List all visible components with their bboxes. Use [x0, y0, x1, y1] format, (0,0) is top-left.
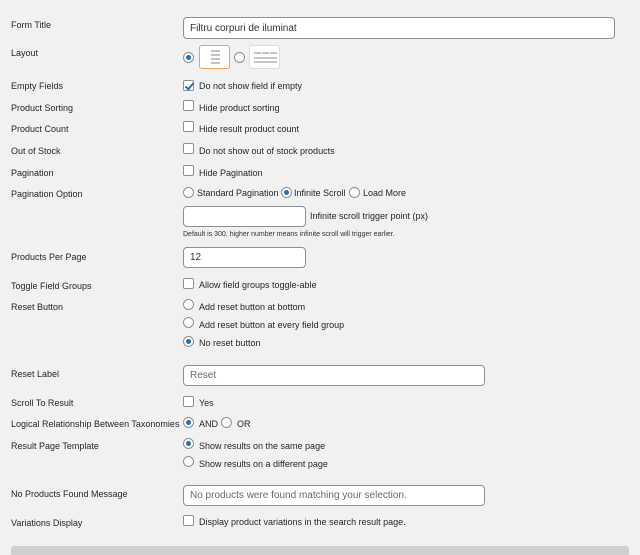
horizontal-layout-option[interactable]: [249, 45, 280, 69]
logical-and-radio[interactable]: [183, 417, 194, 428]
scroll-to-result-checkbox[interactable]: [183, 396, 194, 407]
load-more-radio[interactable]: [349, 187, 360, 198]
product-count-checkbox[interactable]: [183, 121, 194, 132]
infinite-scroll-trigger-label: Infinite scroll trigger point (px): [310, 211, 429, 221]
logical-or-text: OR: [237, 419, 251, 429]
logical-and-text: AND: [199, 419, 219, 429]
product-sorting-label: Product Sorting: [11, 103, 74, 113]
reset-every-group-radio[interactable]: [183, 317, 194, 328]
toggle-field-groups-checkbox[interactable]: [183, 278, 194, 289]
products-per-page-input[interactable]: 12: [183, 247, 306, 268]
infinite-scroll-trigger-input[interactable]: [183, 206, 306, 227]
toggle-field-groups-text: Allow field groups toggle-able: [199, 280, 317, 290]
products-per-page-label: Products Per Page: [11, 252, 87, 262]
product-sorting-checkbox[interactable]: [183, 100, 194, 111]
different-page-text: Show results on a different page: [199, 459, 328, 469]
toggle-field-groups-label: Toggle Field Groups: [11, 281, 92, 291]
load-more-text: Load More: [363, 188, 407, 198]
logical-relationship-label: Logical Relationship Between Taxonomies: [11, 419, 180, 429]
empty-fields-text: Do not show field if empty: [199, 81, 303, 91]
no-reset-text: No reset button: [199, 338, 261, 348]
layout-label: Layout: [11, 48, 39, 58]
pagination-checkbox[interactable]: [183, 165, 194, 176]
variations-display-checkbox[interactable]: [183, 515, 194, 526]
pagination-text: Hide Pagination: [199, 168, 263, 178]
product-count-text: Hide result product count: [199, 124, 300, 134]
scroll-to-result-label: Scroll To Result: [11, 398, 74, 408]
vertical-layout-icon: [211, 50, 220, 64]
reset-every-group-text: Add reset button at every field group: [199, 320, 345, 330]
vertical-layout-option[interactable]: [199, 45, 230, 69]
bottom-toolbar: [11, 546, 629, 555]
reset-bottom-text: Add reset button at bottom: [199, 302, 306, 312]
product-count-label: Product Count: [11, 124, 69, 134]
same-page-radio[interactable]: [183, 438, 194, 449]
infinite-scroll-help: Default is 300. higher number means infi…: [183, 231, 395, 238]
variations-display-text: Display product variations in the search…: [199, 517, 406, 527]
reset-label-input[interactable]: Reset: [183, 365, 485, 386]
logical-or-radio[interactable]: [221, 417, 232, 428]
reset-label-label: Reset Label: [11, 369, 60, 379]
no-products-message-label: No Products Found Message: [11, 489, 128, 499]
pagination-label: Pagination: [11, 168, 54, 178]
empty-fields-label: Empty Fields: [11, 81, 64, 91]
product-sorting-text: Hide product sorting: [199, 103, 280, 113]
infinite-scroll-radio[interactable]: [281, 187, 292, 198]
no-reset-radio[interactable]: [183, 336, 194, 347]
horizontal-layout-icon: [254, 52, 277, 63]
form-title-label: Form Title: [11, 20, 52, 30]
scroll-to-result-text: Yes: [199, 398, 214, 408]
infinite-scroll-text: Infinite Scroll: [294, 188, 346, 198]
form-title-input[interactable]: Filtru corpuri de iluminat: [183, 17, 615, 39]
out-of-stock-text: Do not show out of stock products: [199, 146, 335, 156]
out-of-stock-label: Out of Stock: [11, 146, 61, 156]
standard-pagination-radio[interactable]: [183, 187, 194, 198]
empty-fields-checkbox[interactable]: [183, 80, 194, 91]
pagination-option-label: Pagination Option: [11, 189, 83, 199]
reset-button-label: Reset Button: [11, 302, 64, 312]
no-products-message-input[interactable]: No products were found matching your sel…: [183, 485, 485, 506]
layout-horizontal-radio[interactable]: [234, 52, 245, 63]
result-page-template-label: Result Page Template: [11, 441, 99, 451]
variations-display-label: Variations Display: [11, 518, 83, 528]
layout-vertical-radio[interactable]: [183, 52, 194, 63]
standard-pagination-text: Standard Pagination: [197, 188, 279, 198]
different-page-radio[interactable]: [183, 456, 194, 467]
same-page-text: Show results on the same page: [199, 441, 326, 451]
out-of-stock-checkbox[interactable]: [183, 143, 194, 154]
reset-bottom-radio[interactable]: [183, 299, 194, 310]
